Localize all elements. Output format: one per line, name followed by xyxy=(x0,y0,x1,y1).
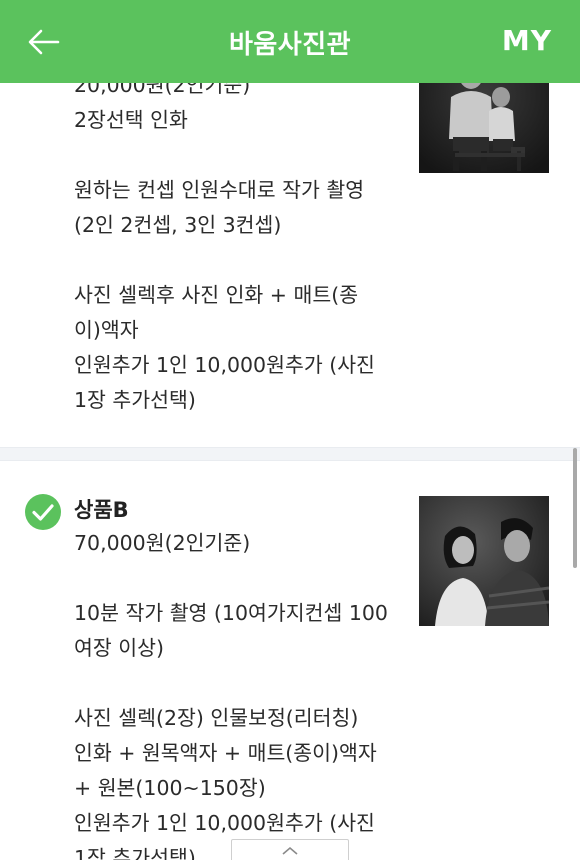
scroll-to-top-button[interactable] xyxy=(231,839,349,860)
product-detail-line: 1장 추가선택) xyxy=(74,846,196,860)
product-detail-line: 인원추가 1인 10,000원추가 (사진 xyxy=(74,353,375,377)
scrollbar[interactable] xyxy=(573,448,577,568)
product-detail-line: 70,000원(2인기준) xyxy=(74,531,251,555)
page: 바움사진관 MY 20,000원(2인기준) 2장선택 인화 원하는 컨셉 인원… xyxy=(0,0,580,860)
product-detail-line: 사진 셀렉후 사진 인화 + 매트(종 xyxy=(74,283,359,307)
my-button[interactable]: MY xyxy=(502,24,552,57)
product-detail-line: (2인 2컨셉, 3인 3컨셉) xyxy=(74,213,282,237)
check-circle-icon[interactable] xyxy=(24,493,62,531)
chevron-up-icon xyxy=(282,846,298,855)
app-header: 바움사진관 MY xyxy=(0,0,580,83)
product-detail-line: 20,000원(2인기준) xyxy=(74,83,251,97)
product-detail-line: 10분 작가 촬영 (10여가지컨셉 100 xyxy=(74,601,388,625)
product-detail-line: 인화 + 원목액자 + 매트(종이)액자 xyxy=(74,741,377,765)
product-detail-line: + 원본(100~150장) xyxy=(74,776,266,800)
section-divider xyxy=(0,447,580,461)
product-detail-line: 여장 이상) xyxy=(74,636,164,660)
product-detail-line: 원하는 컨셉 인원수대로 작가 촬영 xyxy=(74,178,365,202)
product-list: 20,000원(2인기준) 2장선택 인화 원하는 컨셉 인원수대로 작가 촬영… xyxy=(0,83,580,860)
product-detail-line: 이)액자 xyxy=(74,318,139,342)
product-detail-line: 사진 셀렉(2장) 인물보정(리터칭) xyxy=(74,706,359,730)
page-title: 바움사진관 xyxy=(228,30,352,60)
product-name: 상품B xyxy=(74,498,129,522)
product-detail-line: 인원추가 1인 10,000원추가 (사진 xyxy=(74,811,375,835)
product-detail-line: 2장선택 인화 xyxy=(74,108,188,132)
product-photo xyxy=(419,496,549,626)
product-photo xyxy=(419,83,549,173)
product-detail-line: 1장 추가선택) xyxy=(74,388,196,412)
